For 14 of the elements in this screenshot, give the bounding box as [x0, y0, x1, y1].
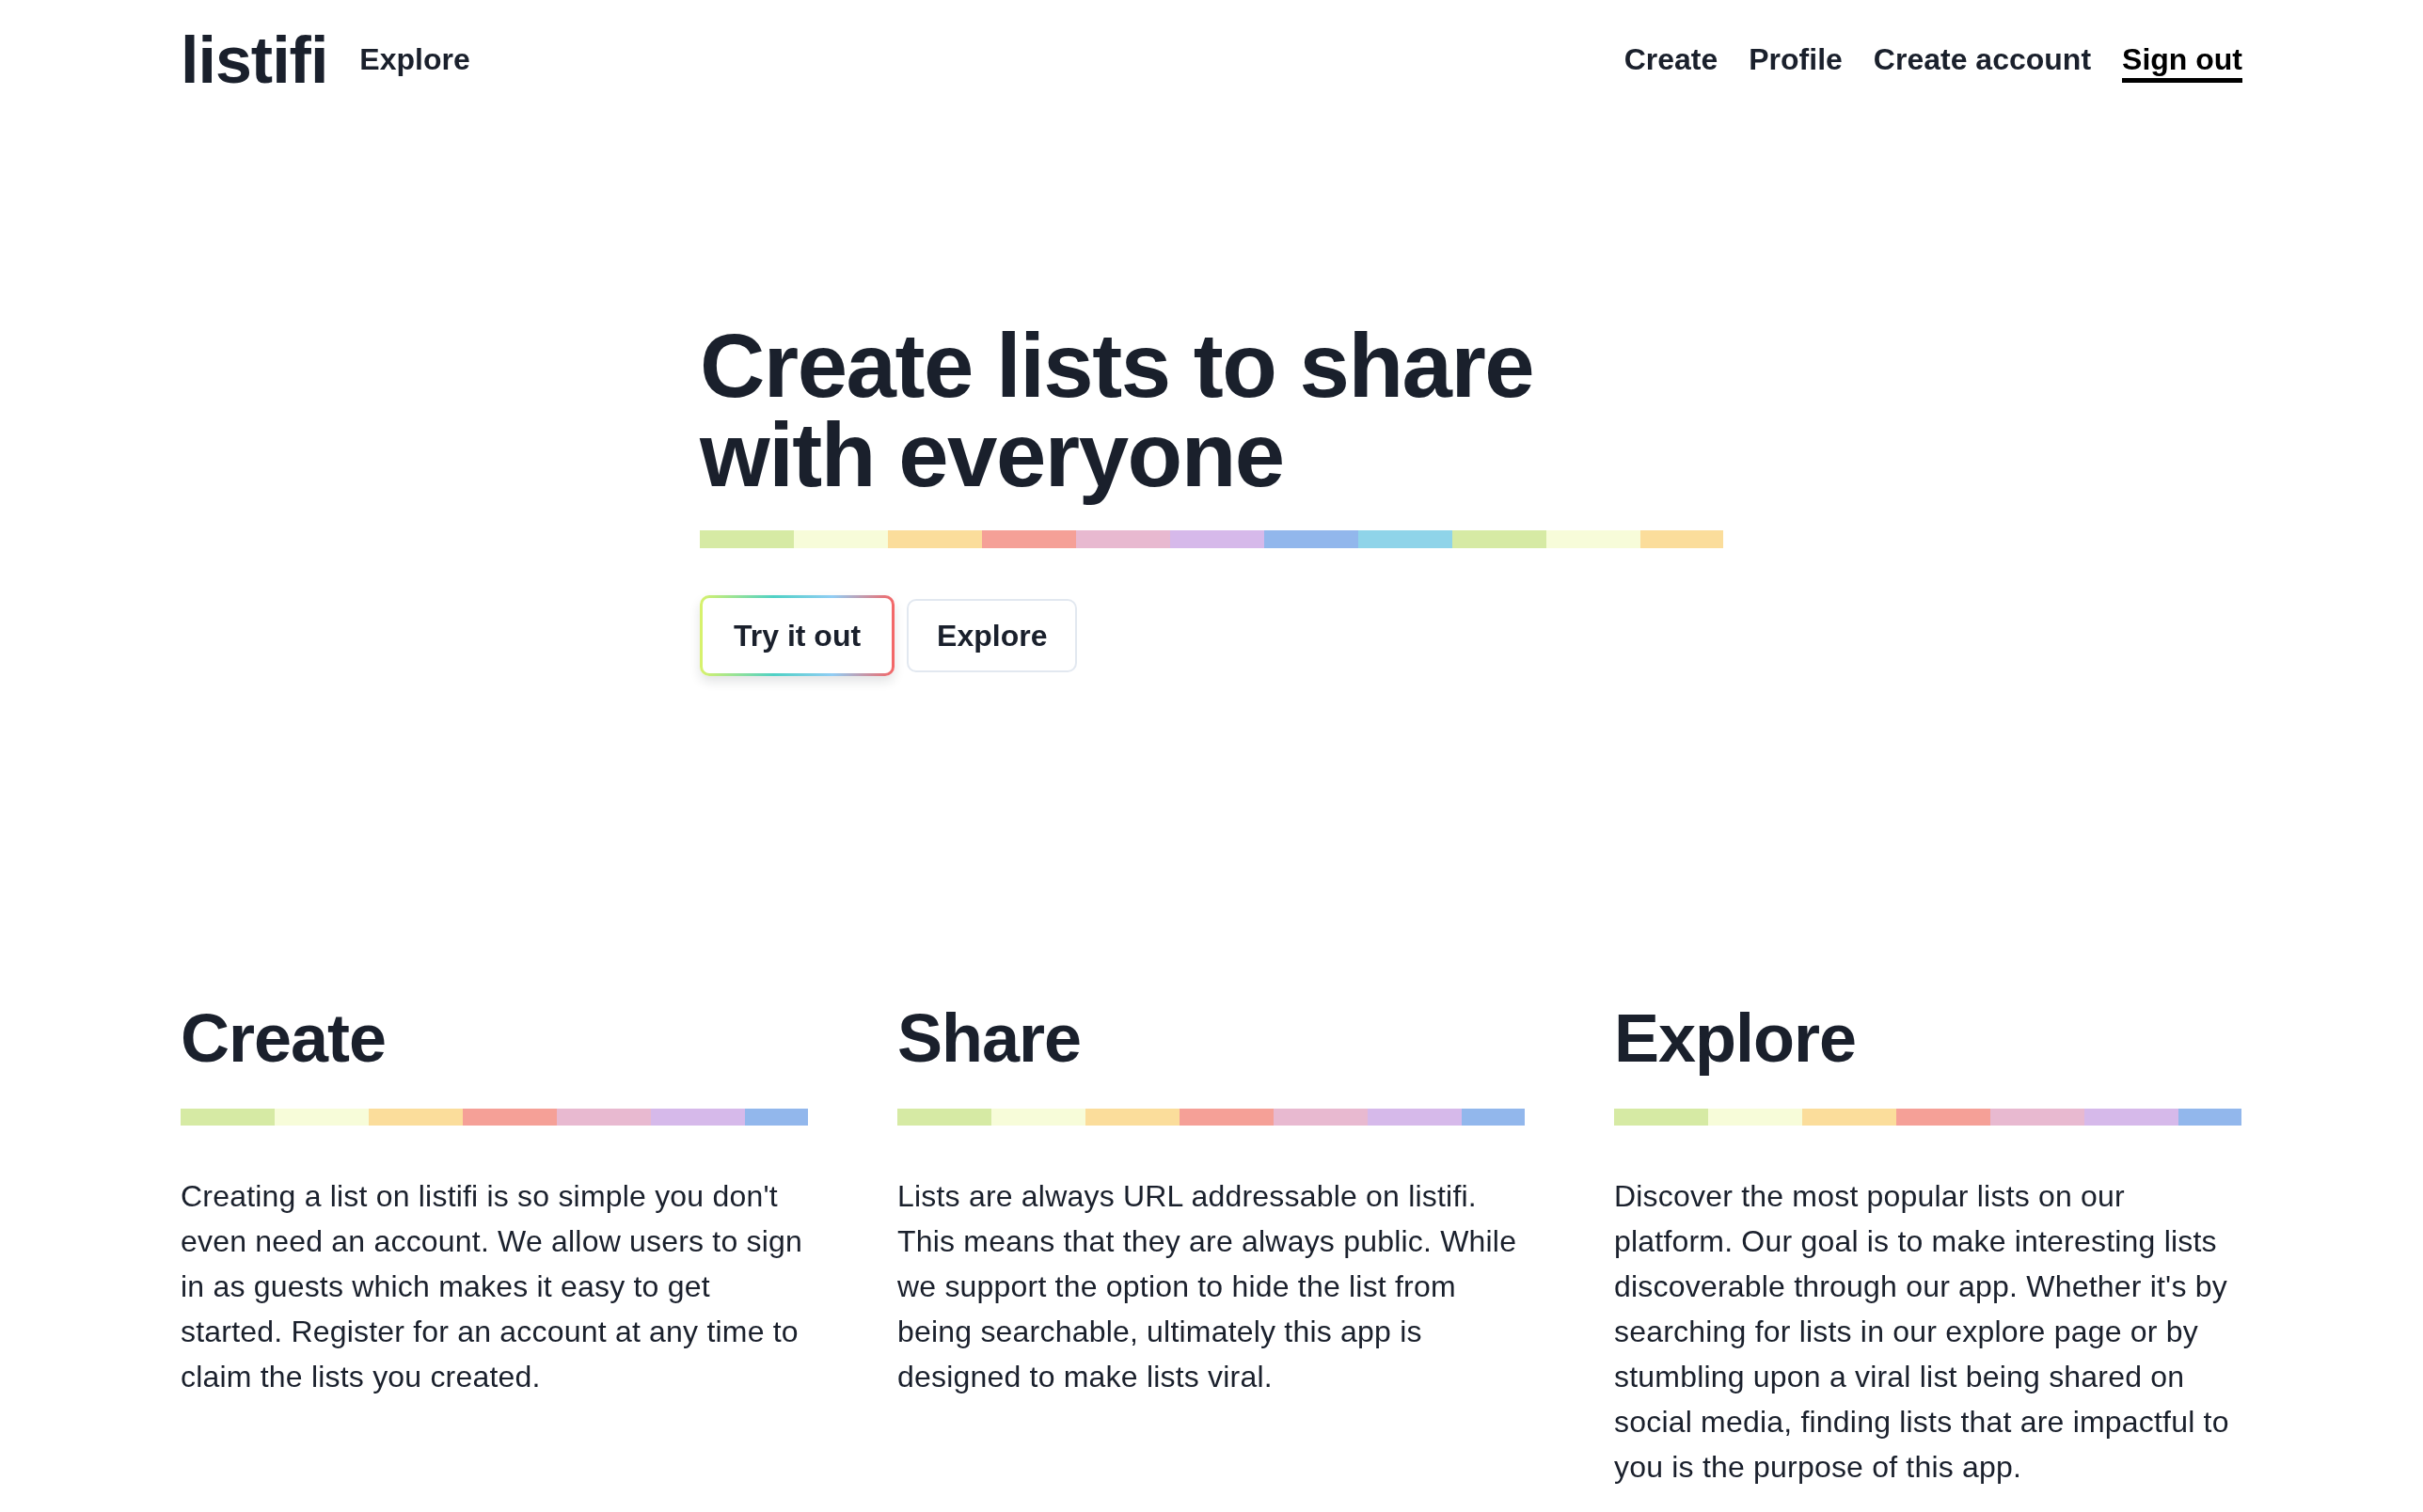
- section-heading: Explore: [1614, 1000, 1858, 1079]
- hero-title: Create lists to share with everyone: [700, 321, 1535, 507]
- logo-link[interactable]: listifi: [181, 27, 328, 93]
- section-description: Discover the most popular lists on our platform. Our goal is to make interesting lists discoverable through our app. Whether it's by searching for lists in our explore page or by stumbling upon a viral list being shared on social media, finding lists that are impactful to you is the purpose of this app.: [1614, 1178, 2230, 1487]
- section-heading: Create: [181, 1000, 388, 1079]
- section-heading: Share: [897, 1000, 1083, 1079]
- nav-link[interactable]: Create account: [1873, 43, 2092, 77]
- secondary-button[interactable]: Explore: [907, 599, 1078, 673]
- nav-link[interactable]: Profile: [1749, 43, 1843, 77]
- nav-link[interactable]: Create: [1623, 43, 1718, 77]
- nav-link[interactable]: Explore: [359, 43, 470, 77]
- section-description: Creating a list on listifi is so simple you don't even need an account. We allow users to sign in as guests which makes it easy to get started. Register for an account at any time to claim the lists you created.: [181, 1178, 804, 1396]
- section-description: Lists are always URL addressable on listifi. This means that they are always public. While we support the option to hide the list from being searchable, ultimately this app is designed to make lists viral.: [897, 1178, 1518, 1396]
- nav-link[interactable]: Sign out: [2122, 43, 2242, 83]
